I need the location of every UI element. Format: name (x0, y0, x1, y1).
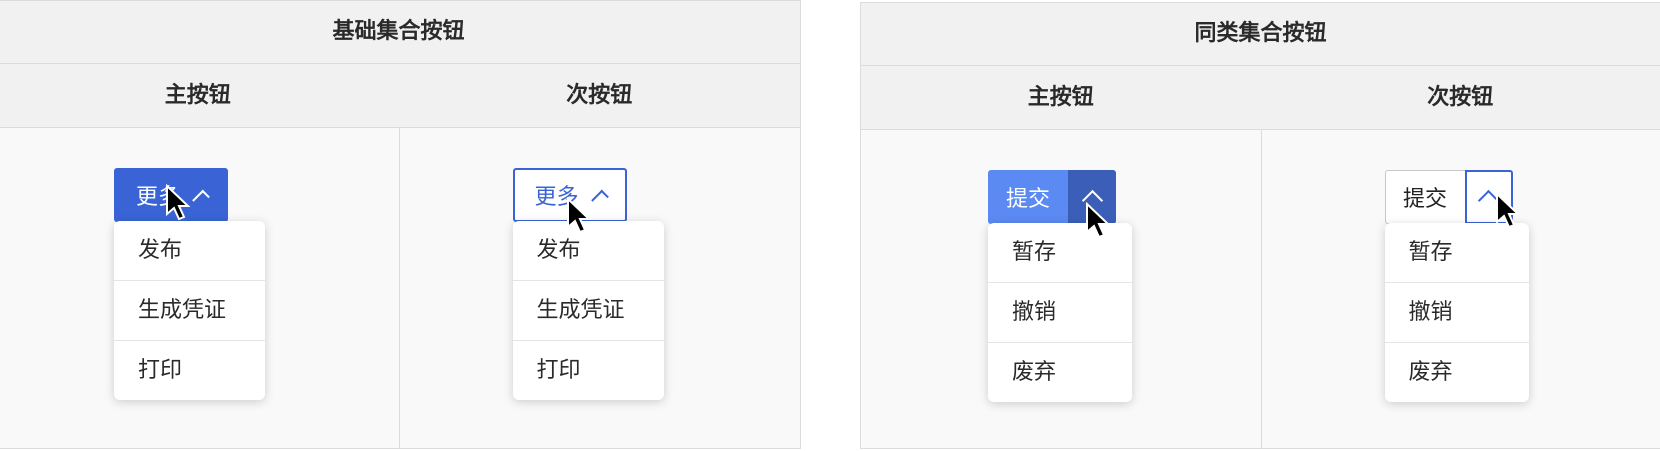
submit-split-button: 提交 (1385, 170, 1513, 224)
primary-column: 主按钮 更多 发布 生成凭证 打印 (0, 64, 400, 448)
chevron-up-icon (1478, 189, 1499, 210)
chevron-up-icon (1081, 189, 1102, 210)
primary-column: 主按钮 提交 暂存 撤销 废弃 (861, 66, 1262, 448)
column-body: 更多 发布 生成凭证 打印 (399, 128, 801, 449)
panel-columns: 主按钮 提交 暂存 撤销 废弃 (861, 66, 1660, 448)
panel-columns: 主按钮 更多 发布 生成凭证 打印 次按钮 更多 (0, 64, 800, 448)
secondary-column: 次按钮 更多 发布 生成凭证 打印 (399, 64, 801, 448)
button-label: 提交 (1006, 181, 1050, 213)
menu-item-generate-voucher[interactable]: 生成凭证 (513, 281, 664, 341)
split-toggle-button[interactable] (1465, 170, 1513, 224)
chevron-up-icon (591, 189, 609, 207)
submit-split-button: 提交 (988, 170, 1116, 224)
column-body: 提交 暂存 撤销 废弃 (1261, 130, 1660, 451)
dropdown-menu: 发布 生成凭证 打印 (114, 221, 265, 400)
column-header: 次按钮 (399, 64, 801, 128)
menu-item-save-draft[interactable]: 暂存 (988, 223, 1132, 283)
button-label: 更多 (136, 179, 180, 211)
panel-title: 同类集合按钮 (861, 3, 1660, 66)
more-dropdown-button[interactable]: 更多 (513, 168, 627, 222)
panel-title: 基础集合按钮 (0, 1, 800, 64)
menu-item-revoke[interactable]: 撤销 (988, 283, 1132, 343)
menu-item-print[interactable]: 打印 (513, 341, 664, 400)
menu-item-discard[interactable]: 废弃 (1385, 343, 1529, 402)
menu-item-print[interactable]: 打印 (114, 341, 265, 400)
button-label: 更多 (535, 179, 579, 211)
menu-item-generate-voucher[interactable]: 生成凭证 (114, 281, 265, 341)
column-body: 更多 发布 生成凭证 打印 (0, 128, 399, 449)
column-header: 主按钮 (0, 64, 399, 128)
dropdown-menu: 发布 生成凭证 打印 (513, 221, 664, 400)
menu-item-publish[interactable]: 发布 (114, 221, 265, 281)
menu-item-save-draft[interactable]: 暂存 (1385, 223, 1529, 283)
basic-group-buttons-panel: 基础集合按钮 主按钮 更多 发布 生成凭证 打印 次按钮 (0, 0, 801, 449)
column-header: 次按钮 (1261, 66, 1660, 130)
chevron-up-icon (192, 189, 210, 207)
split-toggle-button[interactable] (1068, 170, 1116, 224)
more-dropdown-button[interactable]: 更多 (114, 168, 228, 222)
column-header: 主按钮 (861, 66, 1261, 130)
menu-item-discard[interactable]: 废弃 (988, 343, 1132, 402)
button-label: 提交 (1403, 181, 1447, 213)
same-type-group-buttons-panel: 同类集合按钮 主按钮 提交 暂存 撤销 废弃 (860, 2, 1660, 449)
dropdown-menu: 暂存 撤销 废弃 (1385, 223, 1529, 402)
dropdown-menu: 暂存 撤销 废弃 (988, 223, 1132, 402)
submit-button[interactable]: 提交 (988, 170, 1068, 224)
submit-button[interactable]: 提交 (1385, 170, 1465, 224)
menu-item-publish[interactable]: 发布 (513, 221, 664, 281)
column-body: 提交 暂存 撤销 废弃 (861, 130, 1261, 451)
secondary-column: 次按钮 提交 暂存 撤销 废弃 (1261, 66, 1660, 448)
menu-item-revoke[interactable]: 撤销 (1385, 283, 1529, 343)
